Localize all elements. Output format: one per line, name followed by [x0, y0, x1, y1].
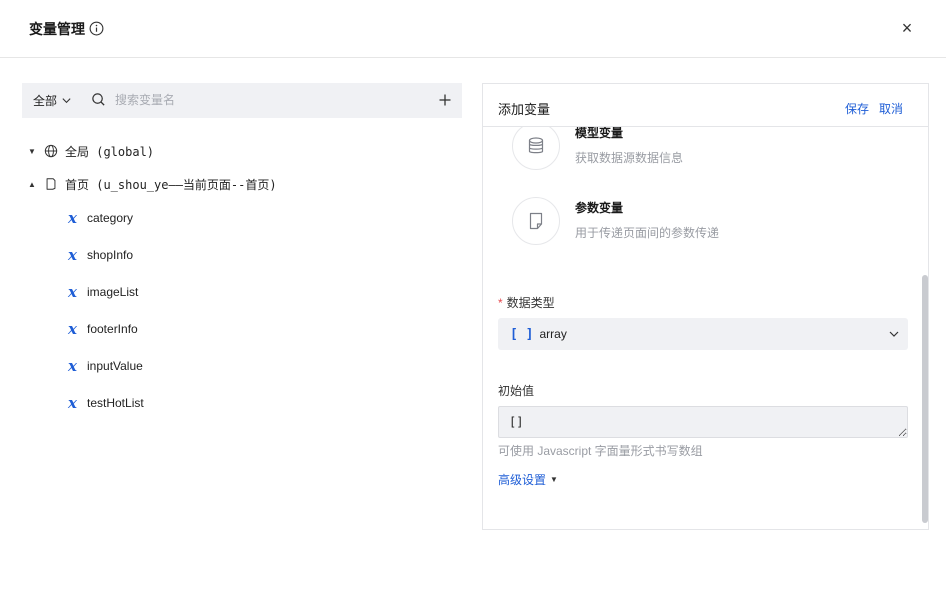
tree-variable-item[interactable]: x category: [68, 209, 133, 227]
tree-variable-item[interactable]: x shopInfo: [68, 246, 133, 264]
database-icon: [528, 137, 544, 154]
collapse-arrow-icon[interactable]: ▼: [28, 147, 38, 156]
variable-icon: x: [68, 209, 77, 227]
tree-variable-item[interactable]: x testHotList: [68, 394, 144, 412]
add-icon[interactable]: [438, 93, 452, 107]
globe-icon: [44, 144, 58, 158]
tree-node-label: 首页 (u_shou_ye——当前页面--首页): [65, 177, 277, 192]
close-button[interactable]: ×: [898, 19, 916, 37]
data-type-label-text: 数据类型: [506, 296, 555, 310]
advanced-settings-toggle[interactable]: 高级设置 ▼: [498, 471, 558, 488]
tree-variable-item[interactable]: x footerInfo: [68, 320, 138, 338]
tree-node-global[interactable]: ▼ 全局 (global): [28, 142, 154, 160]
initial-value-label: 初始值: [498, 384, 535, 398]
chevron-down-icon: [62, 98, 71, 104]
variable-icon: x: [68, 283, 77, 301]
advanced-settings-label: 高级设置: [498, 473, 547, 487]
panel-header: 添加变量 保存 取消: [483, 84, 928, 127]
scope-select-label: 全部: [33, 94, 58, 108]
panel-title: 添加变量: [498, 102, 551, 117]
tree-variable-item[interactable]: x imageList: [68, 283, 138, 301]
initial-value-hint: 可使用 Javascript 字面量形式书写数组: [498, 444, 703, 458]
cancel-button[interactable]: 取消: [879, 100, 903, 117]
variable-name: category: [87, 211, 134, 225]
option-title: 参数变量: [575, 201, 624, 215]
info-icon[interactable]: [89, 21, 104, 36]
tree-node-page[interactable]: ▲ 首页 (u_shou_ye——当前页面--首页): [28, 175, 277, 193]
variable-icon: x: [68, 246, 77, 264]
required-mark: *: [498, 296, 503, 310]
variable-icon: x: [68, 394, 77, 412]
variable-name: imageList: [87, 285, 139, 299]
variable-name: testHotList: [87, 396, 144, 410]
file-icon: [529, 212, 543, 230]
dialog-header: 变量管理 ×: [0, 0, 946, 58]
dialog-title: 变量管理: [29, 21, 85, 37]
initial-value-input[interactable]: []: [498, 406, 908, 438]
caret-down-icon: ▼: [550, 475, 558, 484]
variable-icon: x: [68, 357, 77, 375]
expand-arrow-icon[interactable]: ▲: [28, 180, 38, 189]
add-variable-panel: 添加变量 保存 取消 模型变量 获取数据源数据信息 参数变量 用于传递页面间的参…: [482, 83, 929, 530]
search-icon: [92, 93, 105, 106]
variable-name: footerInfo: [87, 322, 138, 336]
param-variable-option[interactable]: [512, 197, 560, 245]
left-toolbar: 全部: [22, 83, 462, 118]
option-description: 用于传递页面间的参数传递: [575, 226, 720, 240]
variable-name: shopInfo: [87, 248, 134, 262]
search-input[interactable]: [115, 90, 415, 110]
data-type-label: * 数据类型: [498, 294, 555, 311]
model-variable-option[interactable]: [512, 122, 560, 170]
save-button[interactable]: 保存: [845, 100, 869, 117]
page-icon: [46, 178, 56, 190]
variable-icon: x: [68, 320, 77, 338]
option-description: 获取数据源数据信息: [575, 151, 684, 165]
panel-scrollbar[interactable]: [922, 275, 928, 523]
data-type-value: array: [539, 327, 567, 341]
data-type-select[interactable]: [ ] array: [498, 318, 908, 350]
variable-name: inputValue: [87, 359, 143, 373]
scope-select[interactable]: 全部: [33, 92, 72, 109]
array-type-icon: [ ]: [510, 326, 534, 342]
chevron-down-icon: [889, 331, 899, 337]
tree-node-label: 全局 (global): [65, 144, 155, 159]
tree-variable-item[interactable]: x inputValue: [68, 357, 143, 375]
